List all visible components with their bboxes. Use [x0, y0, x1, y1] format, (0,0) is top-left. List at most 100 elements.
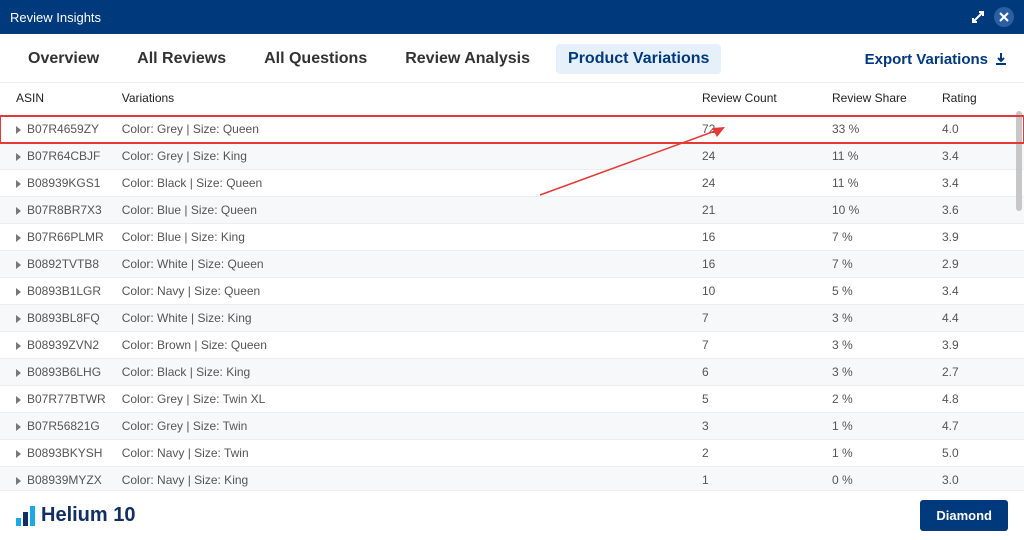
cell-review-count: 3: [694, 413, 824, 440]
table-row[interactable]: B0893BL8FQColor: White | Size: King73 %4…: [0, 305, 1024, 332]
expand-caret-icon[interactable]: [16, 261, 21, 269]
variations-table: ASIN Variations Review Count Review Shar…: [0, 83, 1024, 521]
cell-review-share: 1 %: [824, 413, 934, 440]
col-review-count[interactable]: Review Count: [694, 83, 824, 116]
cell-rating: 4.8: [934, 386, 1024, 413]
table-header-row: ASIN Variations Review Count Review Shar…: [0, 83, 1024, 116]
cell-asin[interactable]: B0892TVTB8: [0, 251, 114, 278]
table-row[interactable]: B0893BKYSHColor: Navy | Size: Twin21 %5.…: [0, 440, 1024, 467]
titlebar: Review Insights: [0, 0, 1024, 34]
cell-variation: Color: White | Size: King: [114, 305, 694, 332]
cell-review-share: 11 %: [824, 143, 934, 170]
cell-review-share: 7 %: [824, 251, 934, 278]
cell-review-share: 11 %: [824, 170, 934, 197]
cell-rating: 3.9: [934, 224, 1024, 251]
table-row[interactable]: B0893B1LGRColor: Navy | Size: Queen105 %…: [0, 278, 1024, 305]
asin-text: B08939KGS1: [27, 176, 100, 190]
tab-all-reviews[interactable]: All Reviews: [125, 44, 238, 74]
cell-asin[interactable]: B07R8BR7X3: [0, 197, 114, 224]
cell-asin[interactable]: B07R64CBJF: [0, 143, 114, 170]
table-row[interactable]: B07R66PLMRColor: Blue | Size: King167 %3…: [0, 224, 1024, 251]
cell-review-share: 10 %: [824, 197, 934, 224]
asin-text: B0893B1LGR: [27, 284, 101, 298]
col-asin[interactable]: ASIN: [0, 83, 114, 116]
expand-caret-icon[interactable]: [16, 423, 21, 431]
cell-rating: 3.6: [934, 197, 1024, 224]
tab-overview[interactable]: Overview: [16, 44, 111, 74]
expand-caret-icon[interactable]: [16, 180, 21, 188]
tab-all-questions[interactable]: All Questions: [252, 44, 379, 74]
table-row[interactable]: B07R8BR7X3Color: Blue | Size: Queen2110 …: [0, 197, 1024, 224]
col-review-share[interactable]: Review Share: [824, 83, 934, 116]
export-variations-button[interactable]: Export Variations: [865, 51, 1008, 68]
cell-review-share: 5 %: [824, 278, 934, 305]
close-icon[interactable]: [994, 7, 1014, 27]
cell-asin[interactable]: B08939KGS1: [0, 170, 114, 197]
cell-asin[interactable]: B0893B1LGR: [0, 278, 114, 305]
table-row[interactable]: B07R77BTWRColor: Grey | Size: Twin XL52 …: [0, 386, 1024, 413]
expand-caret-icon[interactable]: [16, 477, 21, 485]
plan-badge[interactable]: Diamond: [920, 500, 1008, 531]
cell-rating: 2.7: [934, 359, 1024, 386]
tab-product-variations[interactable]: Product Variations: [556, 44, 721, 74]
logo-bars-icon: [16, 506, 35, 526]
cell-variation: Color: Blue | Size: Queen: [114, 197, 694, 224]
asin-text: B0893B6LHG: [27, 365, 101, 379]
cell-review-count: 24: [694, 170, 824, 197]
expand-caret-icon[interactable]: [16, 207, 21, 215]
expand-caret-icon[interactable]: [16, 234, 21, 242]
cell-review-share: 2 %: [824, 386, 934, 413]
cell-rating: 2.9: [934, 251, 1024, 278]
asin-text: B0893BL8FQ: [27, 311, 100, 325]
window-title: Review Insights: [10, 10, 962, 25]
cell-review-share: 33 %: [824, 116, 934, 143]
cell-review-share: 3 %: [824, 359, 934, 386]
export-label: Export Variations: [865, 51, 988, 68]
table-row[interactable]: B07R64CBJFColor: Grey | Size: King2411 %…: [0, 143, 1024, 170]
table-row[interactable]: B0892TVTB8Color: White | Size: Queen167 …: [0, 251, 1024, 278]
table-row[interactable]: B0893B6LHGColor: Black | Size: King63 %2…: [0, 359, 1024, 386]
cell-asin[interactable]: B07R77BTWR: [0, 386, 114, 413]
cell-variation: Color: Black | Size: King: [114, 359, 694, 386]
cell-asin[interactable]: B07R66PLMR: [0, 224, 114, 251]
cell-asin[interactable]: B07R56821G: [0, 413, 114, 440]
brand-logo: Helium 10: [16, 504, 135, 527]
expand-icon[interactable]: [968, 7, 988, 27]
variations-table-wrap: ASIN Variations Review Count Review Shar…: [0, 83, 1024, 521]
cell-rating: 3.4: [934, 143, 1024, 170]
expand-caret-icon[interactable]: [16, 315, 21, 323]
cell-review-share: 3 %: [824, 332, 934, 359]
cell-asin[interactable]: B0893BL8FQ: [0, 305, 114, 332]
cell-review-count: 2: [694, 440, 824, 467]
cell-asin[interactable]: B0893B6LHG: [0, 359, 114, 386]
expand-caret-icon[interactable]: [16, 288, 21, 296]
table-row[interactable]: B08939KGS1Color: Black | Size: Queen2411…: [0, 170, 1024, 197]
col-rating[interactable]: Rating: [934, 83, 1024, 116]
expand-caret-icon[interactable]: [16, 342, 21, 350]
table-row[interactable]: B07R56821GColor: Grey | Size: Twin31 %4.…: [0, 413, 1024, 440]
asin-text: B08939ZVN2: [27, 338, 99, 352]
table-row[interactable]: B08939ZVN2Color: Brown | Size: Queen73 %…: [0, 332, 1024, 359]
footer: Helium 10 Diamond: [0, 490, 1024, 540]
expand-caret-icon[interactable]: [16, 369, 21, 377]
expand-caret-icon[interactable]: [16, 153, 21, 161]
cell-rating: 3.4: [934, 170, 1024, 197]
cell-rating: 4.0: [934, 116, 1024, 143]
col-variations[interactable]: Variations: [114, 83, 694, 116]
expand-caret-icon[interactable]: [16, 396, 21, 404]
tabs-row: Overview All Reviews All Questions Revie…: [0, 34, 1024, 83]
expand-caret-icon[interactable]: [16, 126, 21, 134]
asin-text: B0892TVTB8: [27, 257, 99, 271]
table-row[interactable]: B07R4659ZYColor: Grey | Size: Queen7233 …: [0, 116, 1024, 143]
asin-text: B08939MYZX: [27, 473, 102, 487]
expand-caret-icon[interactable]: [16, 450, 21, 458]
cell-asin[interactable]: B0893BKYSH: [0, 440, 114, 467]
cell-rating: 5.0: [934, 440, 1024, 467]
cell-asin[interactable]: B08939ZVN2: [0, 332, 114, 359]
cell-rating: 3.4: [934, 278, 1024, 305]
cell-asin[interactable]: B07R4659ZY: [0, 116, 114, 143]
asin-text: B07R66PLMR: [27, 230, 104, 244]
asin-text: B07R4659ZY: [27, 122, 99, 136]
tab-review-analysis[interactable]: Review Analysis: [393, 44, 542, 74]
cell-review-share: 3 %: [824, 305, 934, 332]
